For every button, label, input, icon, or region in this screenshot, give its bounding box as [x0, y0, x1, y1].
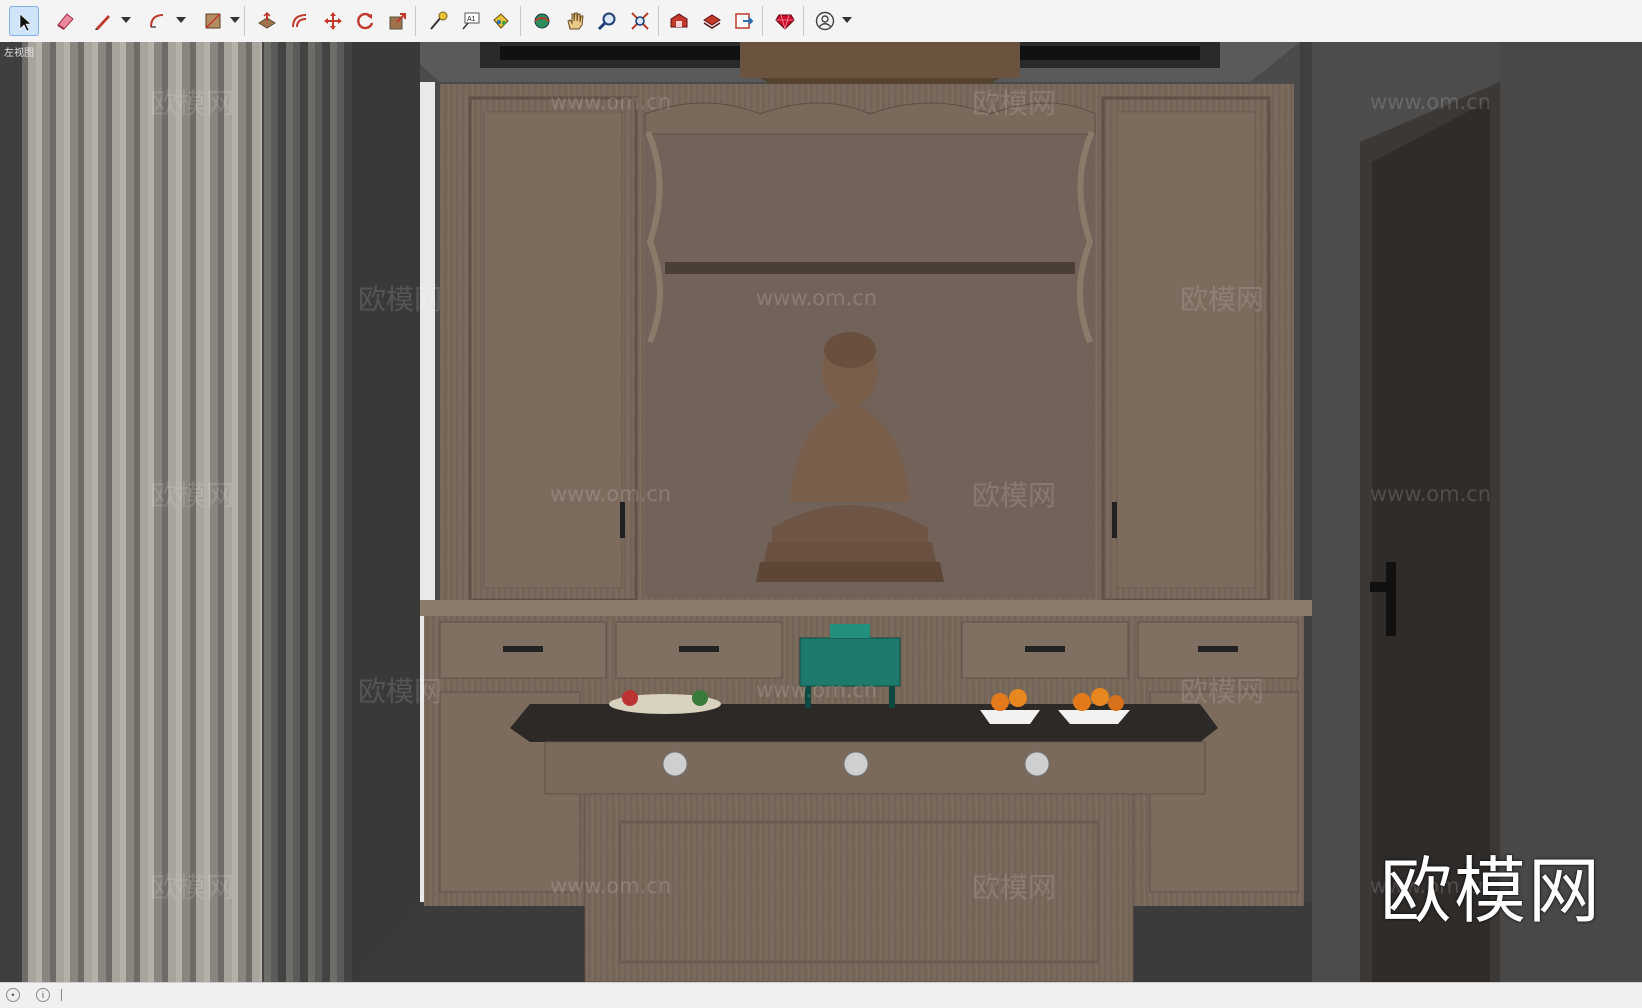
- magnifier-icon: [597, 12, 616, 31]
- model-viewport[interactable]: 左视图 欧模网 www.om.cn 欧模网 www.om.cn 欧模网 www.…: [0, 42, 1642, 982]
- curtain-left: [22, 42, 262, 982]
- geo-location-icon[interactable]: •: [6, 988, 20, 1002]
- arc-icon: [150, 14, 164, 28]
- rectangle-icon: [205, 13, 221, 29]
- push-pull-tool-button[interactable]: [252, 6, 282, 36]
- offset-tool-button[interactable]: [285, 6, 315, 36]
- zoom-extents-icon: [631, 12, 649, 30]
- text-icon: A1: [462, 12, 480, 30]
- layout-icon: [735, 13, 754, 29]
- pencil-icon: [95, 15, 110, 30]
- altar-table: [510, 704, 1218, 982]
- zoom-tool-button[interactable]: [592, 6, 622, 36]
- warehouse-tool-button[interactable]: [664, 6, 694, 36]
- svg-text:A1: A1: [467, 16, 476, 23]
- curtain-sheer: [262, 42, 352, 982]
- hand-icon: [567, 12, 584, 30]
- pencil-tool-button[interactable]: [88, 6, 118, 36]
- status-bar: • i: [0, 982, 1642, 1008]
- scene-label: 左视图: [4, 48, 34, 59]
- extension-warehouse-tool-button[interactable]: [697, 6, 727, 36]
- status-divider: [61, 989, 62, 1001]
- pencil-dropdown-caret[interactable]: [121, 17, 131, 23]
- layout-send-tool-button[interactable]: [729, 6, 759, 36]
- paint-bucket-icon: [493, 13, 509, 29]
- arc-dropdown-caret[interactable]: [176, 17, 186, 23]
- text-tool-button[interactable]: A1: [456, 6, 486, 36]
- orbit-icon: [534, 13, 550, 29]
- move-icon: [324, 12, 342, 30]
- brand-logo-text: 欧模网: [1380, 849, 1603, 933]
- extension-warehouse-icon: [703, 14, 721, 29]
- orbit-tool-button[interactable]: [527, 6, 557, 36]
- rectangle-dropdown-caret[interactable]: [230, 17, 240, 23]
- eraser-icon: [57, 13, 74, 30]
- offset-icon: [292, 14, 307, 28]
- arc-tool-button[interactable]: [143, 6, 173, 36]
- zoom-extents-tool-button[interactable]: [625, 6, 655, 36]
- scale-tool-button[interactable]: [383, 6, 413, 36]
- user-account-icon: [815, 11, 835, 31]
- push-pull-icon: [258, 11, 276, 29]
- paint-bucket-tool-button[interactable]: [486, 6, 516, 36]
- main-toolbar: A1: [0, 0, 1642, 43]
- rotate-icon: [357, 12, 374, 30]
- scale-icon: [389, 13, 406, 30]
- ruby-gem-icon: [775, 14, 795, 31]
- move-tool-button[interactable]: [318, 6, 348, 36]
- select-tool-button[interactable]: [9, 6, 39, 36]
- tape-measure-icon: [430, 11, 448, 30]
- ruby-console-tool-button[interactable]: [770, 6, 800, 36]
- rectangle-tool-button[interactable]: [198, 6, 228, 36]
- eraser-tool-button[interactable]: [50, 6, 80, 36]
- rotate-tool-button[interactable]: [350, 6, 380, 36]
- arrow-cursor-icon: [19, 13, 32, 32]
- account-tool-button[interactable]: [810, 6, 840, 36]
- account-dropdown-caret[interactable]: [842, 17, 852, 23]
- tape-measure-tool-button[interactable]: [423, 6, 453, 36]
- pan-tool-button[interactable]: [560, 6, 590, 36]
- info-icon[interactable]: i: [36, 988, 50, 1002]
- warehouse-icon: [670, 13, 688, 28]
